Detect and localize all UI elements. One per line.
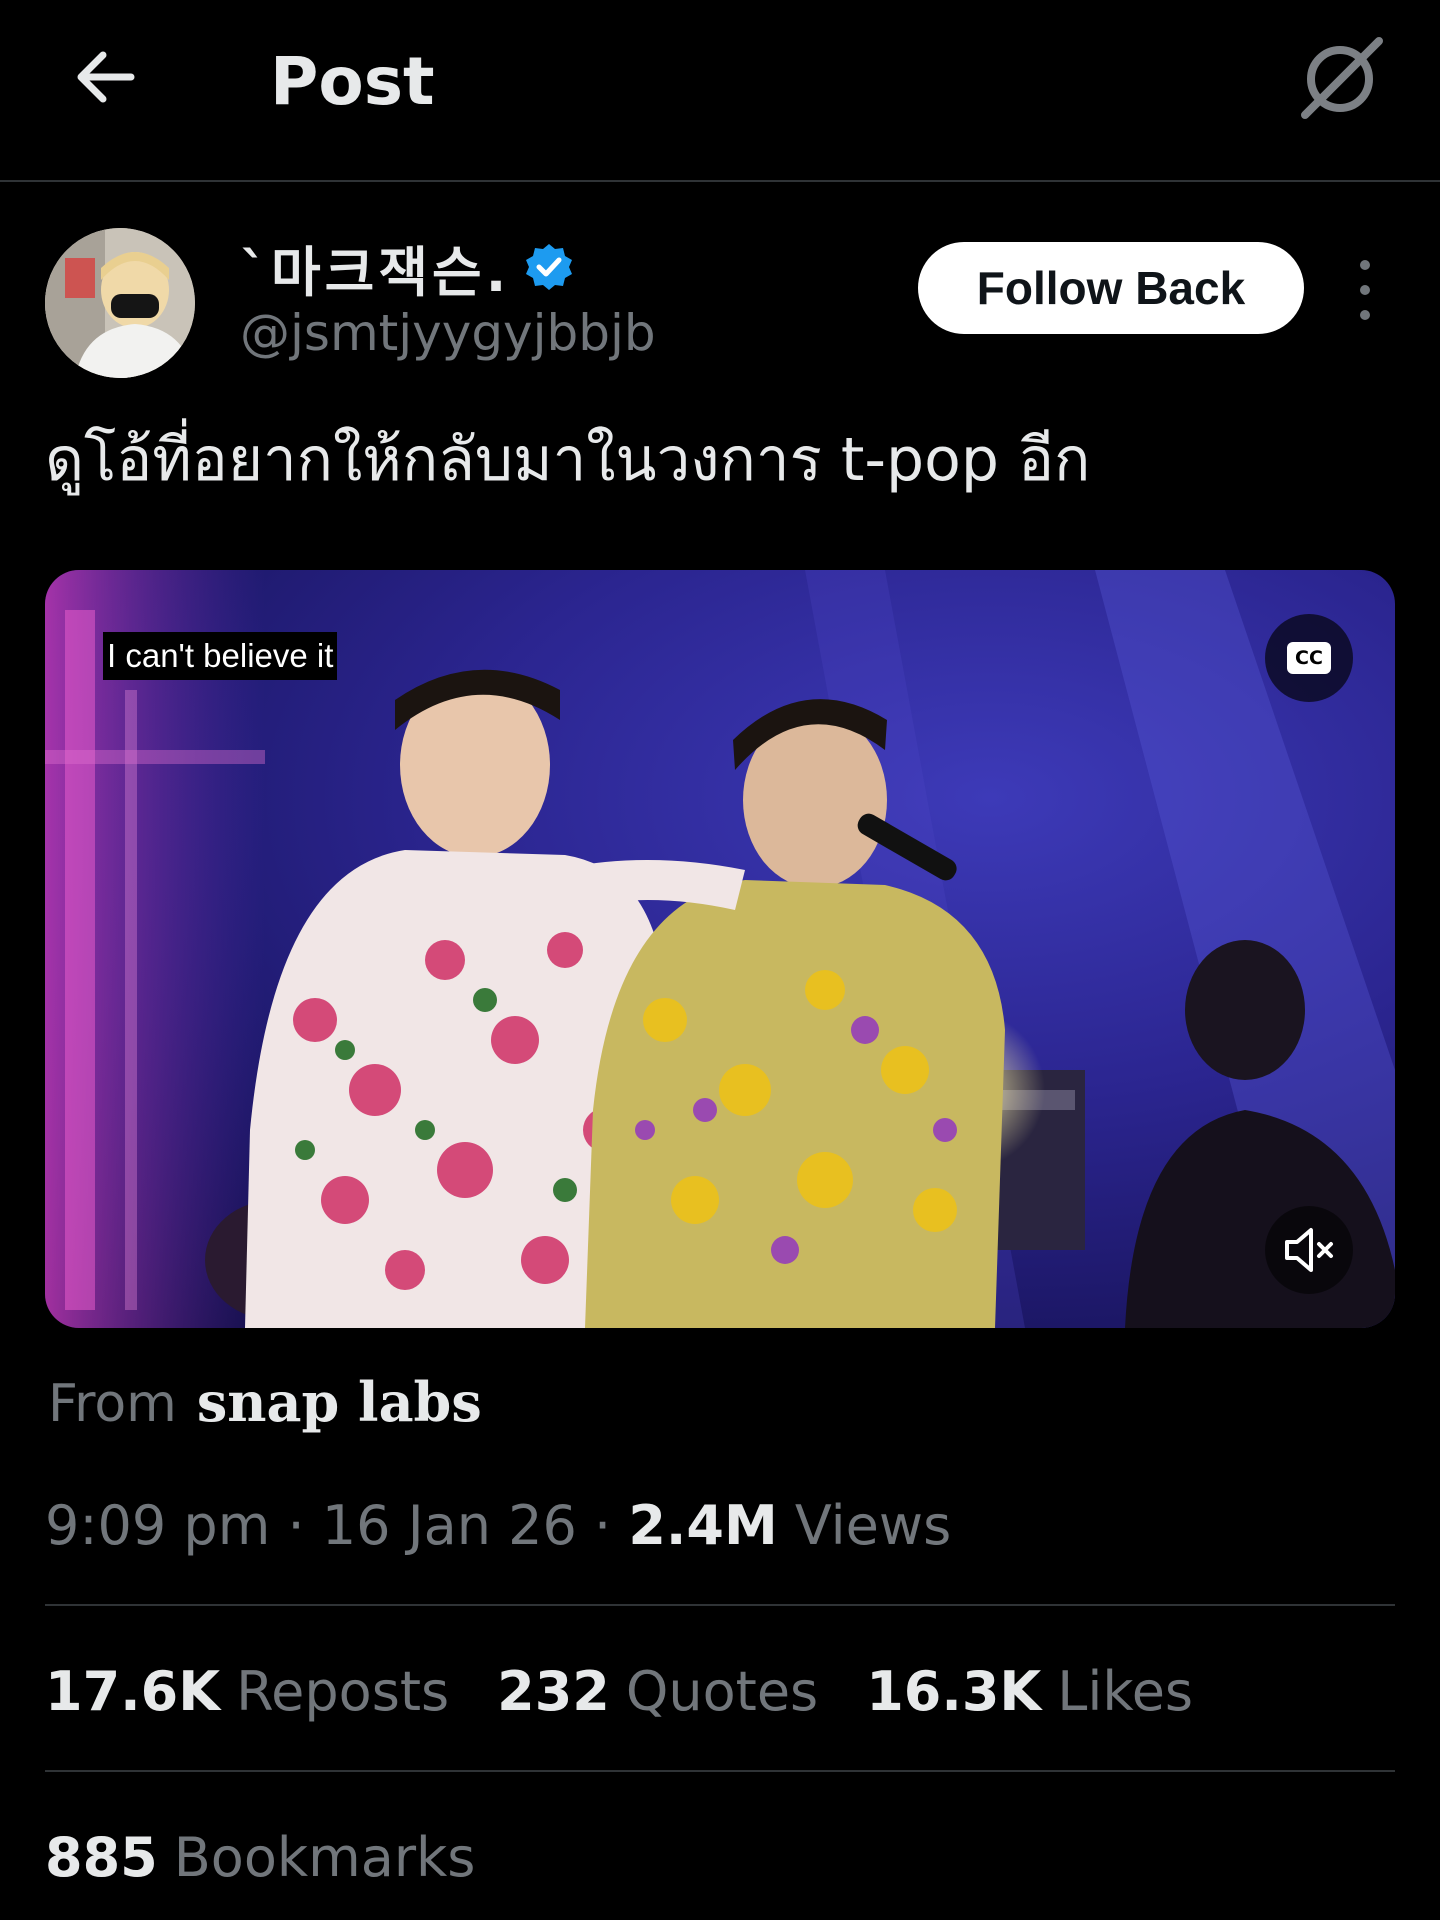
meta-separator: ·	[594, 1494, 629, 1557]
speaker-muted-icon	[1285, 1228, 1333, 1272]
views-count: 2.4M	[628, 1494, 778, 1557]
top-bar: Post	[0, 0, 1440, 182]
reposts-stat[interactable]: 17.6K Reposts	[45, 1660, 449, 1723]
avatar[interactable]	[45, 228, 195, 378]
post-screen: Post `마크잭슨. @jsmtjyygyjbbjb Follow Back	[0, 0, 1440, 1920]
post-text: ดูโอ้ที่อยากให้กลับมาในวงการ t-pop อีก	[45, 425, 1091, 495]
post-meta: 9:09 pm · 16 Jan 26 · 2.4M Views	[45, 1494, 951, 1557]
quotes-count: 232	[497, 1660, 610, 1723]
engagement-stats: 17.6K Reposts 232 Quotes 16.3K Likes	[45, 1660, 1193, 1723]
bookmarks-stat[interactable]: 885 Bookmarks	[45, 1826, 475, 1889]
quotes-stat[interactable]: 232 Quotes	[497, 1660, 818, 1723]
post-source: From snap labs	[48, 1370, 482, 1434]
cc-icon: CC	[1287, 642, 1331, 674]
bookmarks-count: 885	[45, 1826, 158, 1889]
post-date[interactable]: 16 Jan 26	[322, 1494, 577, 1557]
likes-stat[interactable]: 16.3K Likes	[866, 1660, 1193, 1723]
verified-badge-icon	[526, 244, 573, 290]
source-label: From	[48, 1374, 177, 1434]
views-label: Views	[794, 1494, 952, 1557]
post-time[interactable]: 9:09 pm	[45, 1494, 270, 1557]
bookmarks-label: Bookmarks	[173, 1826, 476, 1889]
captions-button[interactable]: CC	[1265, 614, 1353, 702]
avatar-image	[45, 228, 195, 378]
user-handle[interactable]: @jsmtjyygyjbbjb	[240, 304, 656, 362]
display-name[interactable]: `마크잭슨.	[240, 228, 510, 307]
back-button[interactable]	[68, 40, 142, 114]
video-player[interactable]: I can't believe it CC	[45, 570, 1395, 1328]
video-frame	[45, 570, 1395, 1328]
grok-button[interactable]	[1290, 34, 1390, 124]
source-name[interactable]: snap labs	[197, 1370, 482, 1434]
video-caption: I can't believe it	[103, 632, 338, 680]
divider	[45, 1770, 1395, 1772]
likes-count: 16.3K	[866, 1660, 1042, 1723]
reposts-count: 17.6K	[45, 1660, 221, 1723]
grok-icon	[1301, 37, 1383, 119]
display-name-row[interactable]: `마크잭슨.	[240, 236, 574, 304]
more-dot-icon	[1360, 285, 1370, 295]
mute-button[interactable]	[1265, 1206, 1353, 1294]
quotes-label: Quotes	[625, 1660, 819, 1723]
more-dot-icon	[1360, 260, 1370, 270]
follow-back-button[interactable]: Follow Back	[918, 242, 1304, 334]
arrow-left-icon	[77, 51, 135, 103]
meta-separator: ·	[287, 1494, 322, 1557]
divider	[45, 1604, 1395, 1606]
reposts-label: Reposts	[236, 1660, 450, 1723]
more-dot-icon	[1360, 310, 1370, 320]
more-options-button[interactable]	[1350, 260, 1380, 320]
page-title: Post	[270, 43, 435, 120]
likes-label: Likes	[1057, 1660, 1194, 1723]
